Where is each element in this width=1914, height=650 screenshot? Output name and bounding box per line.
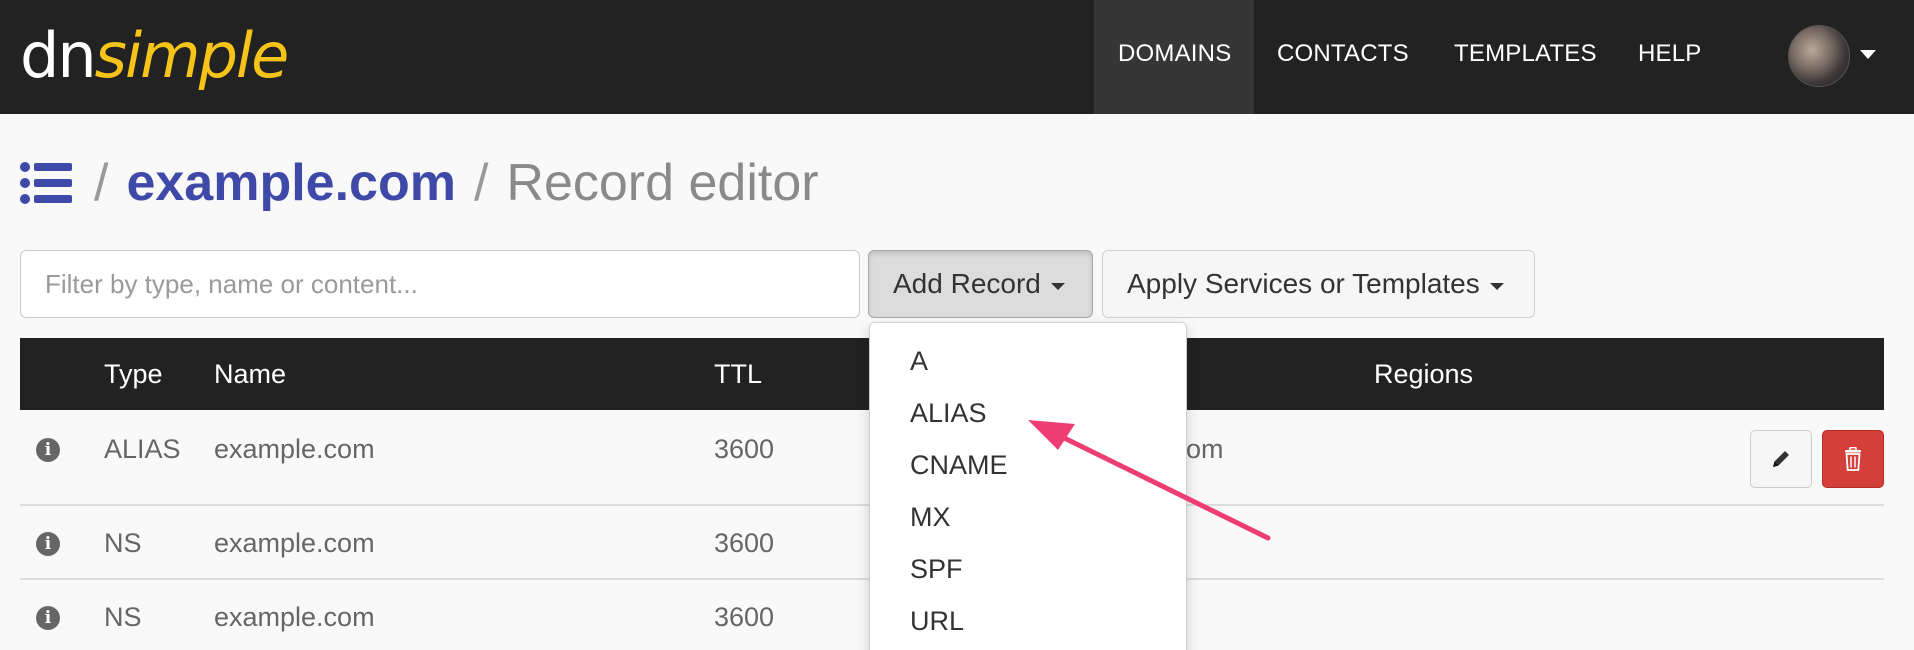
- user-avatar[interactable]: [1788, 25, 1850, 87]
- apply-services-label: Apply Services or Templates: [1127, 268, 1480, 299]
- menu-item-a[interactable]: A: [910, 341, 928, 381]
- account-caret-icon[interactable]: [1860, 50, 1876, 59]
- nav-domains[interactable]: DOMAINS: [1094, 0, 1254, 114]
- record-ttl: 3600: [714, 434, 775, 464]
- record-ttl: 3600: [714, 602, 775, 632]
- logo-text-simple: simple: [94, 19, 290, 92]
- chevron-down-icon: [1489, 282, 1504, 290]
- domain-list-icon[interactable]: [20, 161, 72, 205]
- chevron-down-icon: [1050, 282, 1065, 290]
- trash-icon: [1845, 447, 1861, 471]
- edit-record-button[interactable]: [1750, 430, 1812, 488]
- nav-contacts[interactable]: CONTACTS: [1253, 0, 1433, 114]
- dnsimple-logo[interactable]: dnsimple: [20, 18, 290, 94]
- record-filter-input[interactable]: [20, 250, 860, 318]
- record-ttl: 3600: [714, 528, 775, 558]
- info-icon[interactable]: i: [36, 532, 60, 556]
- breadcrumb-domain-link[interactable]: example.com: [126, 153, 456, 213]
- column-header-regions: Regions: [1374, 359, 1474, 389]
- record-name: example.com: [214, 602, 375, 632]
- record-name: example.com: [214, 528, 375, 558]
- record-type: NS: [104, 602, 142, 632]
- add-record-button[interactable]: Add Record: [868, 250, 1093, 318]
- pencil-icon: [1773, 451, 1789, 467]
- column-header-name[interactable]: Name: [214, 338, 286, 410]
- logo-text-dn: dn: [20, 19, 97, 92]
- delete-record-button[interactable]: [1822, 430, 1884, 488]
- breadcrumb-separator: /: [473, 154, 489, 212]
- menu-item-spf[interactable]: SPF: [910, 549, 963, 589]
- column-header-type[interactable]: Type: [104, 338, 163, 410]
- record-type: NS: [104, 528, 142, 558]
- nav-help[interactable]: HELP: [1614, 0, 1726, 114]
- breadcrumb-current-page: Record editor: [506, 154, 819, 212]
- info-icon[interactable]: i: [36, 606, 60, 630]
- column-header-ttl[interactable]: TTL: [714, 338, 762, 410]
- menu-item-cname[interactable]: CNAME: [910, 445, 1008, 485]
- record-name: example.com: [214, 434, 375, 464]
- info-icon[interactable]: i: [36, 438, 60, 462]
- menu-item-alias[interactable]: ALIAS: [910, 393, 987, 433]
- menu-item-url[interactable]: URL: [910, 601, 964, 641]
- add-record-label: Add Record: [893, 268, 1041, 299]
- nav-templates[interactable]: TEMPLATES: [1430, 0, 1621, 114]
- apply-services-templates-button[interactable]: Apply Services or Templates: [1102, 250, 1535, 318]
- record-content: om: [1186, 434, 1224, 464]
- top-navbar: dnsimple DOMAINS CONTACTS TEMPLATES HELP: [0, 0, 1914, 114]
- menu-item-mx[interactable]: MX: [910, 497, 951, 537]
- breadcrumb-separator: /: [94, 154, 109, 212]
- record-type: ALIAS: [104, 434, 181, 464]
- breadcrumb: / example.com / Record editor: [20, 150, 819, 216]
- add-record-dropdown-menu: A ALIAS CNAME MX SPF URL: [869, 322, 1187, 650]
